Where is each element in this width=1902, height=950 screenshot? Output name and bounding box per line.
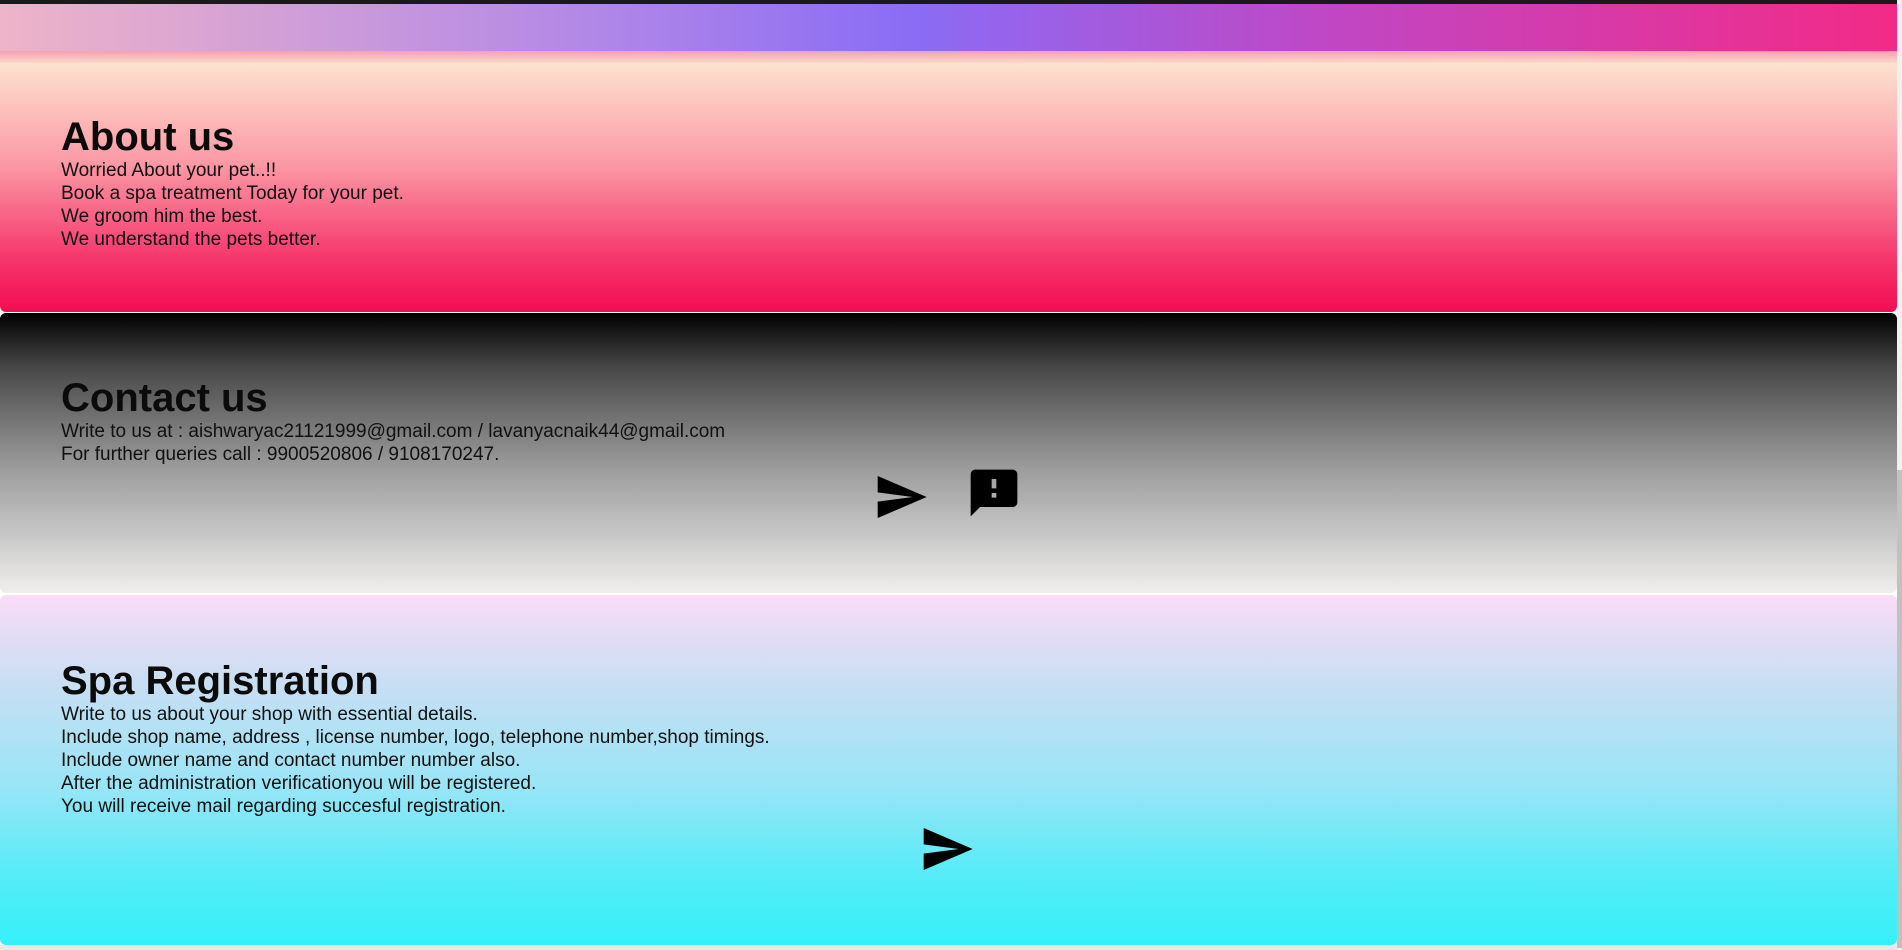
- contact-heading: Contact us: [61, 376, 268, 420]
- spa-line: Include shop name, address , license num…: [61, 727, 770, 748]
- spa-registration-section: Spa Registration Write to us about your …: [0, 595, 1897, 945]
- about-heading: About us: [61, 115, 235, 159]
- send-icon[interactable]: [873, 469, 929, 525]
- contact-email-line: Write to us at : aishwaryac21121999@gmai…: [61, 421, 726, 442]
- about-line: We understand the pets better.: [61, 229, 321, 250]
- spa-heading: Spa Registration: [61, 659, 379, 703]
- contact-text: Write to us at : aishwaryac21121999@gmai…: [61, 420, 1897, 466]
- contact-section: Contact us Write to us at : aishwaryac21…: [0, 313, 1897, 593]
- contact-phone-line: For further queries call : 9900520806 / …: [61, 444, 500, 465]
- scrollbar-thumb[interactable]: [1897, 470, 1902, 948]
- spa-line: After the administration verificationyou…: [61, 773, 537, 794]
- about-line: Worried About your pet..!!: [61, 160, 277, 181]
- header-banner: [0, 4, 1902, 51]
- send-icon[interactable]: [919, 821, 975, 877]
- banner-edge: [0, 51, 1902, 63]
- about-line: We groom him the best.: [61, 206, 263, 227]
- about-section: About us Worried About your pet..!! Book…: [0, 63, 1897, 312]
- spa-line: You will receive mail regarding succesfu…: [61, 796, 506, 817]
- spa-line: Include owner name and contact number nu…: [61, 750, 521, 771]
- spa-line: Write to us about your shop with essenti…: [61, 704, 478, 725]
- bottom-strip: [0, 945, 1902, 950]
- about-line: Book a spa treatment Today for your pet.: [61, 183, 404, 204]
- about-text: Worried About your pet..!! Book a spa tr…: [61, 159, 1897, 251]
- feedback-icon[interactable]: [966, 465, 1022, 521]
- spa-text: Write to us about your shop with essenti…: [61, 703, 1897, 818]
